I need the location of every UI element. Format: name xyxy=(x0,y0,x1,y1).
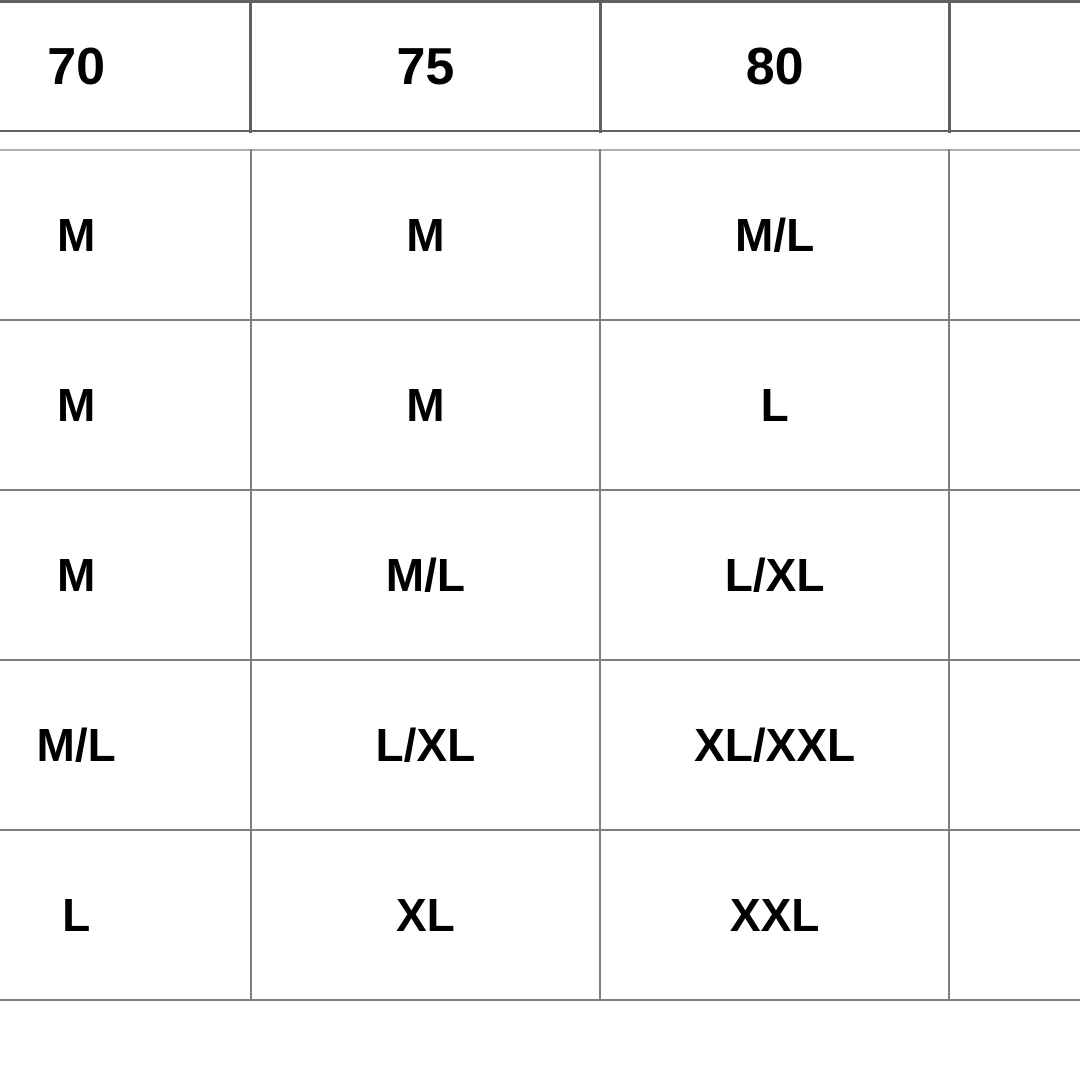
size-value: XL xyxy=(396,889,455,941)
size-value: XXL xyxy=(730,889,819,941)
size-value: L/XL xyxy=(725,549,825,601)
size-value: XL/XXL xyxy=(694,719,855,771)
table-row: M M M/L L/X xyxy=(0,150,1080,320)
size-cell: L/X xyxy=(949,320,1080,490)
header-value: 70 xyxy=(47,38,105,96)
size-cell: M/L xyxy=(600,150,949,320)
size-cell: XL/XXL xyxy=(600,660,949,830)
size-cell: XL xyxy=(949,490,1080,660)
header-cell: 70 xyxy=(0,2,251,132)
size-value: M xyxy=(406,209,444,261)
header-cell: 75 xyxy=(251,2,600,132)
header-cell: 85 xyxy=(949,2,1080,132)
size-value: M xyxy=(406,379,444,431)
size-value: M xyxy=(57,379,95,431)
table-row: L XL XXL XXI xyxy=(0,830,1080,1000)
size-value: M/L xyxy=(386,549,465,601)
size-cell: M xyxy=(251,150,600,320)
size-cell: M/L xyxy=(0,660,251,830)
size-cell: M/L xyxy=(251,490,600,660)
size-cell: L xyxy=(600,320,949,490)
size-cell: M xyxy=(0,320,251,490)
size-chart-table: 70 75 80 85 M M M/L L/X M M L L/X M M/L … xyxy=(0,0,1080,1001)
size-value: L/XL xyxy=(376,719,476,771)
header-value: 75 xyxy=(396,38,454,96)
size-cell: XXI xyxy=(949,830,1080,1000)
size-cell: L/XL xyxy=(251,660,600,830)
size-cell: XXL xyxy=(600,830,949,1000)
header-value: 80 xyxy=(746,38,804,96)
size-cell: M xyxy=(0,150,251,320)
size-value: L xyxy=(62,889,90,941)
table-header-row: 70 75 80 85 xyxy=(0,2,1080,132)
size-cell: M xyxy=(0,490,251,660)
size-value: M/L xyxy=(37,719,116,771)
size-value: M xyxy=(57,209,95,261)
size-cell: L/X xyxy=(949,150,1080,320)
table-row: M M/L L/XL XL xyxy=(0,490,1080,660)
size-value: M/L xyxy=(735,209,814,261)
size-value: L xyxy=(761,379,789,431)
table-row: M/L L/XL XL/XXL XL xyxy=(0,660,1080,830)
size-value: M xyxy=(57,549,95,601)
size-cell: XL xyxy=(251,830,600,1000)
size-cell: M xyxy=(251,320,600,490)
size-cell: L xyxy=(0,830,251,1000)
header-cell: 80 xyxy=(600,2,949,132)
table-row: M M L L/X xyxy=(0,320,1080,490)
size-cell: XL xyxy=(949,660,1080,830)
size-cell: L/XL xyxy=(600,490,949,660)
